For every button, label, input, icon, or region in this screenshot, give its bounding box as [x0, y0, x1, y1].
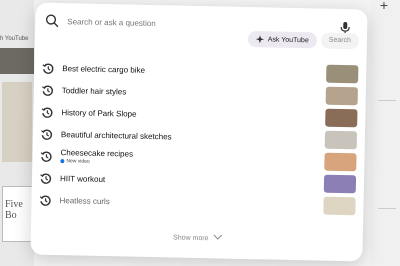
history-icon	[40, 150, 52, 162]
ask-youtube-label: Ask YouTube	[267, 35, 309, 44]
history-item-label: Heatless curls	[59, 195, 110, 206]
search-button[interactable]: Search	[320, 32, 360, 50]
history-item-label: Cheesecake recipes	[60, 148, 134, 159]
search-actions: Ask YouTube Search	[247, 31, 360, 50]
history-item-text: Heatless curls	[59, 196, 109, 206]
history-item-label: History of Park Slope	[61, 107, 137, 119]
add-icon: +	[379, 0, 388, 13]
history-thumbnail	[323, 174, 357, 194]
history-item-text: HIIT workout	[60, 174, 105, 184]
history-thumbnail	[323, 196, 356, 216]
history-icon	[41, 106, 53, 118]
background-card: Five Bo	[2, 186, 34, 242]
search-input[interactable]	[67, 16, 268, 30]
history-item-label: Toddler hair styles	[61, 85, 127, 96]
show-more-button[interactable]: Show more	[31, 231, 363, 246]
history-thumbnail	[324, 152, 357, 172]
history-item-label: Beautiful architectural sketches	[60, 129, 172, 141]
search-history-list: Best electric cargo bike Toddler hair sty…	[31, 57, 366, 218]
search-suggestions-panel: Ask YouTube Search Best electric cargo b…	[30, 2, 368, 262]
new-dot-icon	[60, 158, 65, 163]
background-left-column: h YouTube Five Bo	[0, 0, 34, 266]
history-item-label: Best electric cargo bike	[62, 63, 146, 75]
history-icon	[41, 128, 53, 140]
sparkle-icon	[255, 35, 264, 44]
background-card-text: Five Bo	[5, 199, 23, 221]
history-item-text: History of Park Slope	[61, 108, 136, 119]
background-divider	[378, 208, 396, 209]
history-item-label: HIIT workout	[59, 173, 106, 184]
history-item-subtitle: New video	[66, 158, 90, 165]
history-item-text: Toddler hair styles	[62, 86, 127, 96]
history-thumbnail	[325, 108, 358, 128]
history-thumbnail	[324, 130, 358, 150]
search-icon	[45, 14, 59, 28]
history-icon	[42, 62, 54, 74]
history-icon	[40, 172, 52, 184]
background-divider	[378, 100, 396, 101]
background-channel-tag: h YouTube	[0, 36, 29, 42]
background-right-column: +	[370, 0, 400, 266]
background-thumbnail	[0, 48, 34, 74]
history-thumbnail	[325, 86, 358, 106]
history-icon	[42, 84, 54, 96]
history-thumbnail	[326, 64, 359, 84]
history-item-text: Best electric cargo bike	[62, 64, 145, 75]
show-more-label: Show more	[172, 234, 209, 243]
background-thumbnail	[2, 82, 32, 162]
history-icon	[39, 194, 51, 206]
chevron-down-icon	[213, 231, 222, 240]
new-video-badge: New video	[60, 158, 133, 166]
history-item-text: Cheesecake recipes New video	[60, 148, 133, 166]
history-item-text: Beautiful architectural sketches	[61, 130, 172, 141]
ask-youtube-button[interactable]: Ask YouTube	[247, 31, 317, 49]
